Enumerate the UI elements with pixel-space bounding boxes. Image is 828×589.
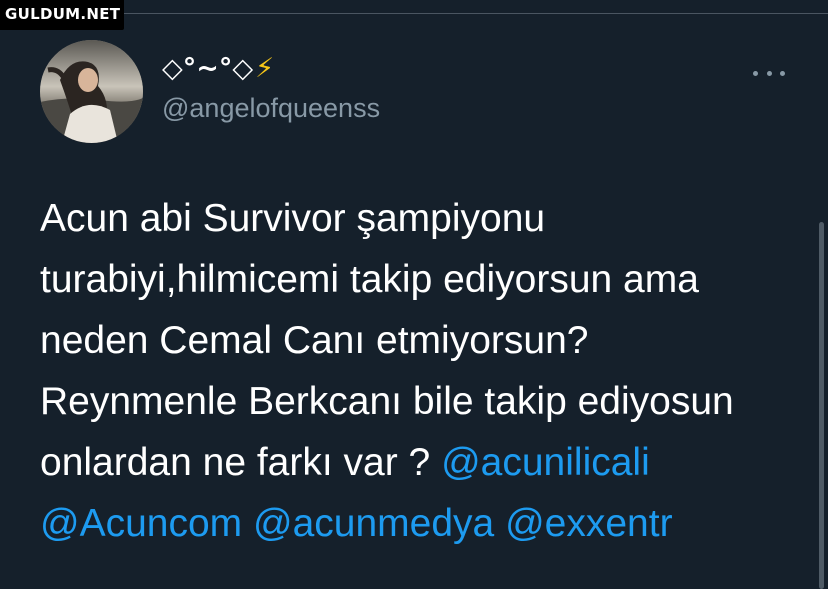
watermark-text: GULDUM.NET bbox=[5, 5, 121, 23]
tweet-text: Acun abi Survivor şampiyonu turabiyi,hil… bbox=[40, 188, 800, 554]
user-handle[interactable]: @angelofqueenss bbox=[162, 93, 380, 124]
tweet-line: Reynmenle Berkcanı bile takip ediyosun bbox=[40, 380, 734, 423]
tweet-line: neden Cemal Canı etmiyorsun? bbox=[40, 319, 589, 362]
tweet-line: Acun abi Survivor şampiyonu bbox=[40, 197, 546, 240]
watermark-logo: GULDUM.NET bbox=[0, 0, 124, 30]
avatar-photo bbox=[40, 40, 143, 143]
tweet-line: onlardan ne farkı var ? bbox=[40, 441, 442, 484]
scrollbar[interactable] bbox=[819, 222, 824, 589]
divider bbox=[124, 13, 828, 14]
dot bbox=[780, 70, 785, 76]
display-name[interactable]: ◇°~°◇⚡ bbox=[162, 53, 274, 84]
dot bbox=[766, 70, 772, 76]
mention-link[interactable]: @acunmedya bbox=[253, 502, 494, 545]
mention-link[interactable]: @Acuncom bbox=[40, 502, 242, 545]
tweet-line: turabiyi,hilmicemi takip ediyorsun ama bbox=[40, 258, 699, 301]
mention-link[interactable]: @acunilicali bbox=[441, 441, 650, 484]
avatar[interactable] bbox=[40, 40, 143, 143]
mention-link[interactable]: @exxentr bbox=[505, 502, 672, 545]
display-name-text: ◇°~°◇ bbox=[162, 53, 254, 84]
more-options-icon[interactable] bbox=[753, 63, 785, 83]
dot bbox=[753, 70, 758, 76]
lightning-bolt-icon: ⚡ bbox=[255, 53, 275, 84]
